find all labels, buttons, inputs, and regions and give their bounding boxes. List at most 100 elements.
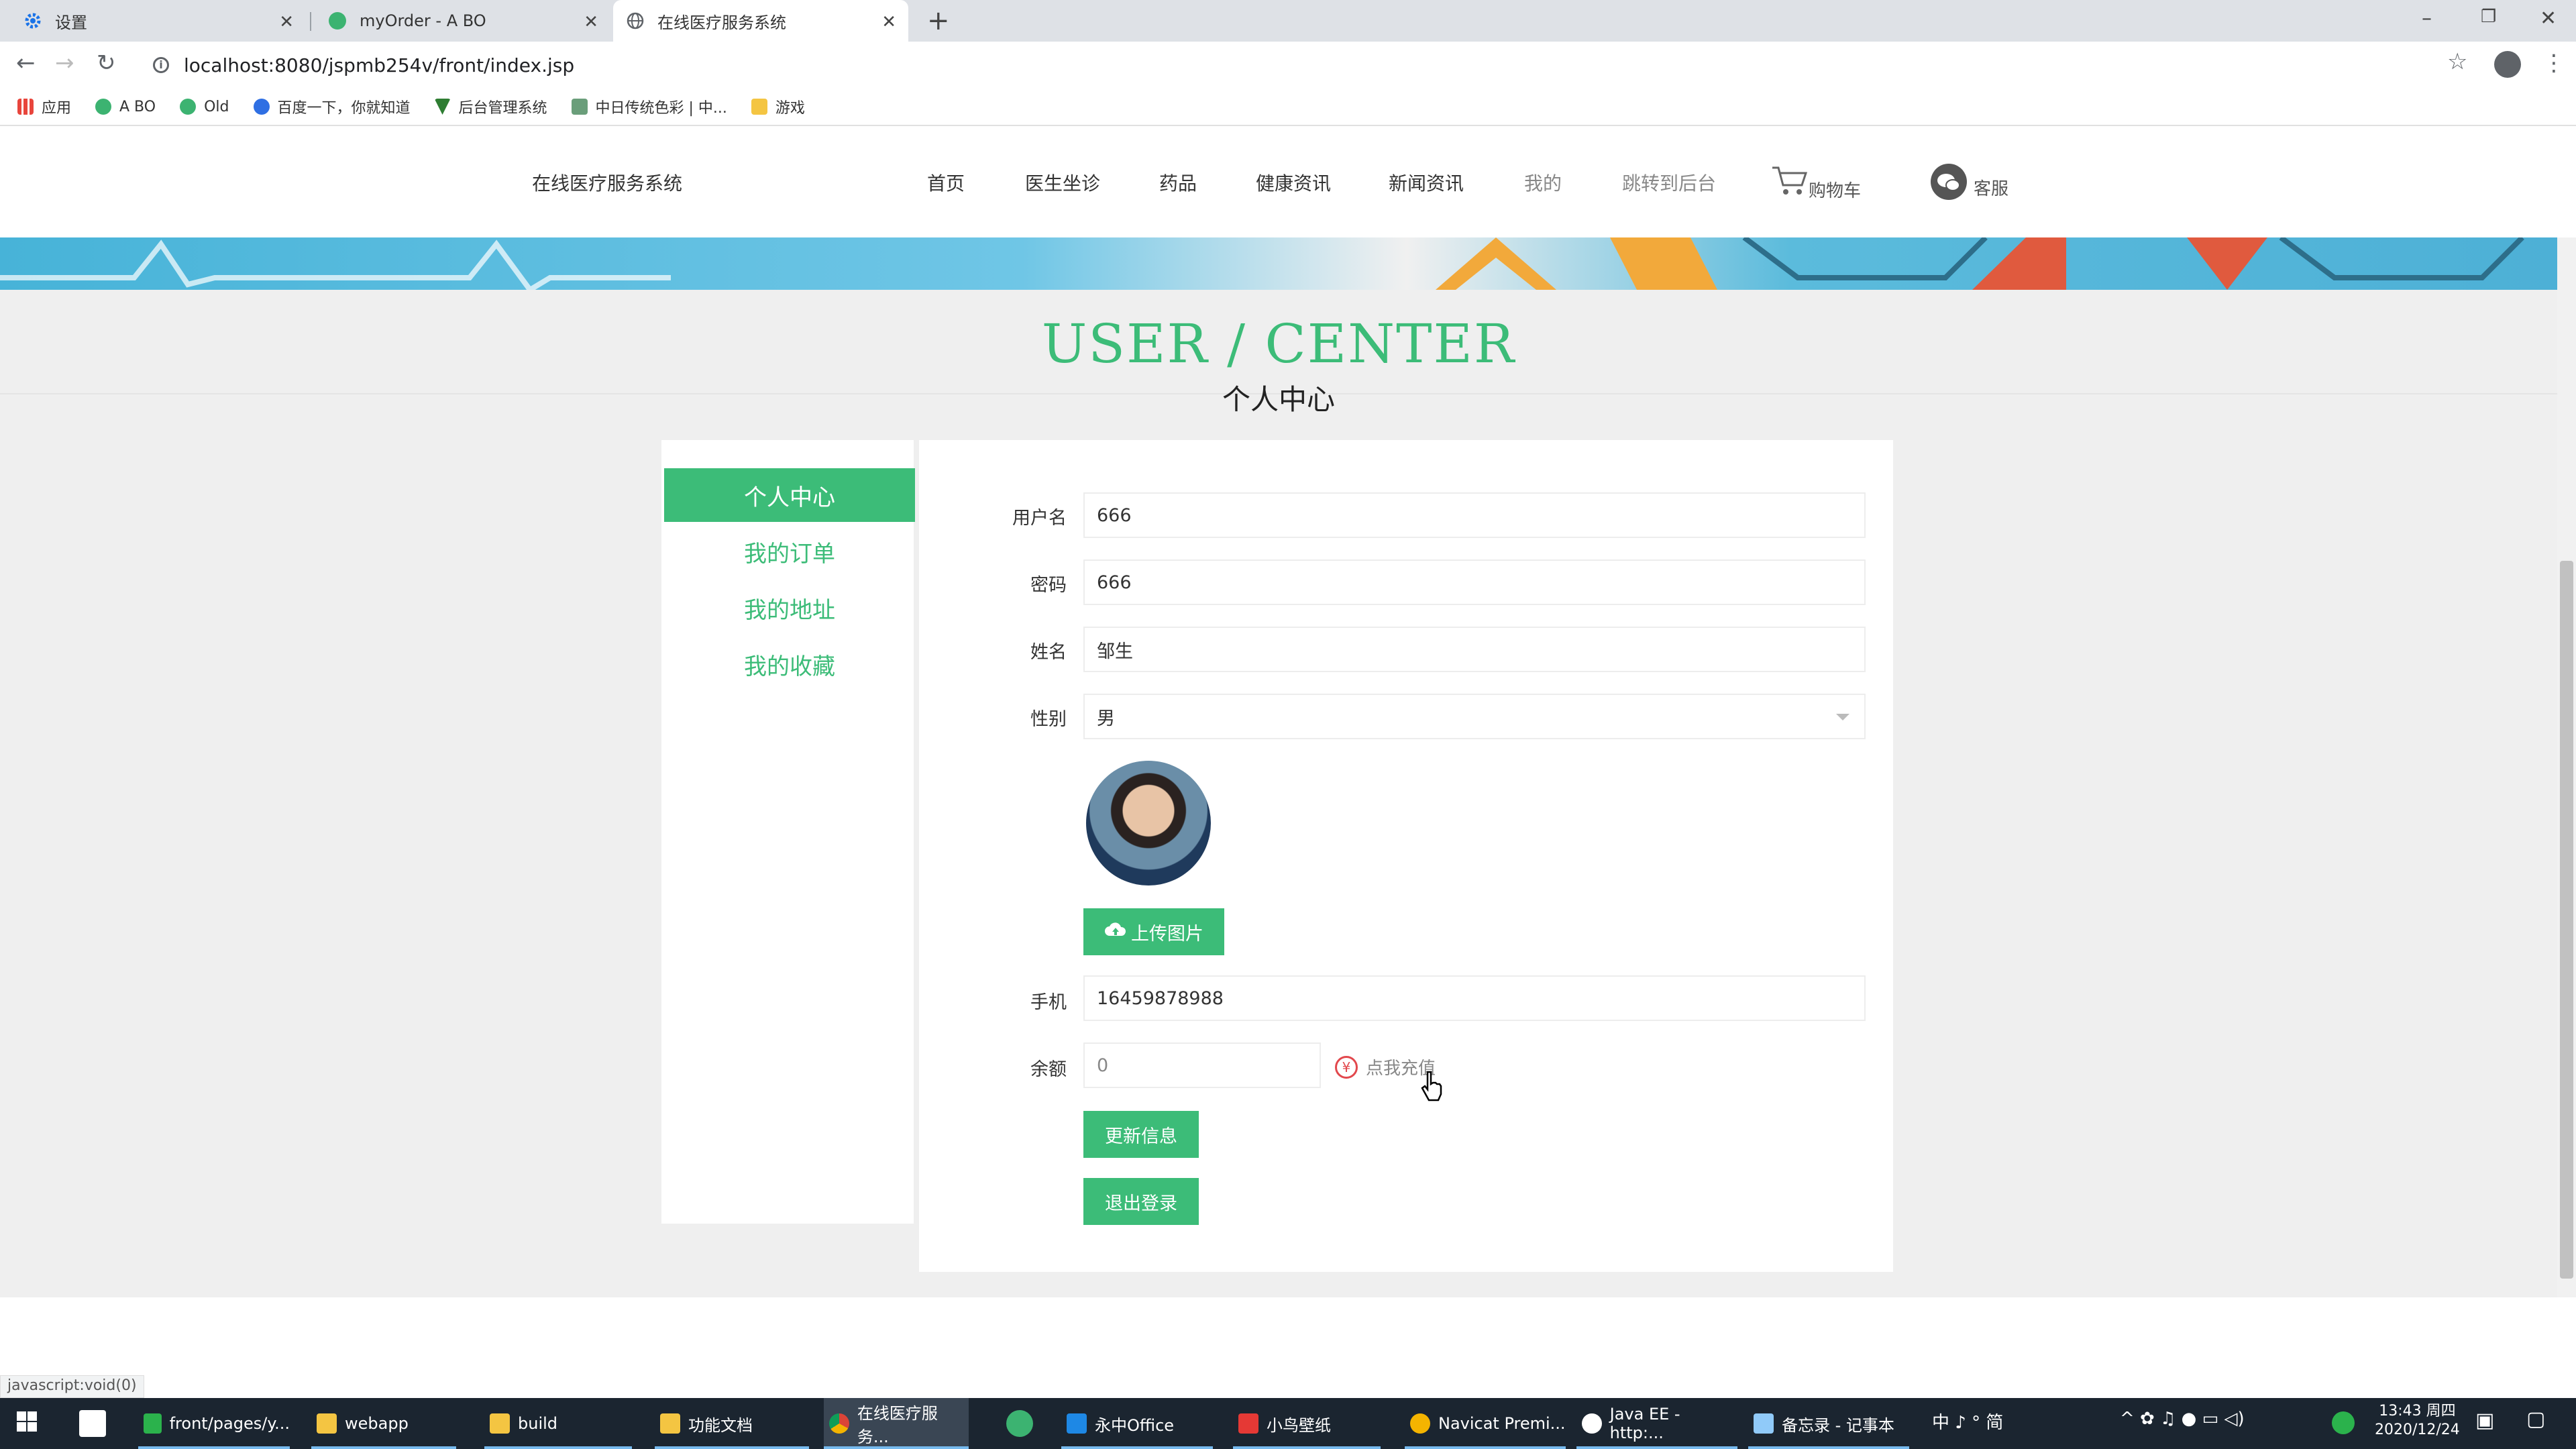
- taskbar-build[interactable]: build: [484, 1398, 632, 1449]
- taskbar-navicat[interactable]: Navicat Premi...: [1405, 1398, 1566, 1449]
- bookmark-colors[interactable]: 中日传统色彩 | 中...: [571, 96, 727, 117]
- cart-icon: [1771, 164, 1809, 202]
- folder-icon: [660, 1413, 680, 1434]
- gender-label: 性别: [1030, 709, 1067, 730]
- back-icon[interactable]: ←: [16, 50, 36, 76]
- nav-doctors[interactable]: 医生坐诊: [1025, 169, 1100, 196]
- cloud-upload-icon: [1104, 921, 1127, 943]
- reload-icon[interactable]: ↻: [97, 50, 116, 76]
- app-icon: [1006, 1410, 1033, 1437]
- color-puzzle-icon: [571, 99, 588, 115]
- site-favicon-icon: [329, 12, 346, 30]
- site-favicon-icon: [95, 99, 112, 115]
- cart-link[interactable]: 购物车: [1771, 164, 1861, 202]
- info-icon[interactable]: i: [153, 57, 169, 73]
- tab-label: 在线医疗服务系统: [657, 13, 786, 32]
- chevron-down-icon: [1836, 714, 1849, 720]
- eclipse-icon: [1582, 1413, 1602, 1434]
- page-footer: [0, 1297, 2576, 1398]
- sidebar-item-orders[interactable]: 我的订单: [664, 525, 915, 578]
- app-icon: [79, 1410, 106, 1437]
- taskbar-webapp[interactable]: webapp: [311, 1398, 456, 1449]
- taskbar-notepad[interactable]: 备忘录 - 记事本: [1748, 1398, 1909, 1449]
- profile-avatar-icon[interactable]: [2494, 51, 2521, 78]
- wechat-icon: [1931, 164, 1967, 200]
- taskbar-pinned-app[interactable]: [1006, 1398, 1041, 1449]
- task-view-icon[interactable]: ▣: [2475, 1409, 2494, 1432]
- nav-mine[interactable]: 我的: [1524, 169, 1562, 196]
- nav-home[interactable]: 首页: [927, 169, 965, 196]
- upload-label: 上传图片: [1131, 923, 1203, 945]
- notepad-icon: [1754, 1413, 1774, 1434]
- navicat-icon: [1410, 1413, 1430, 1434]
- nav-admin[interactable]: 跳转到后台: [1622, 169, 1716, 196]
- sidebar-item-addresses[interactable]: 我的地址: [664, 581, 915, 635]
- taskbar-yozo-office[interactable]: 永中Office: [1061, 1398, 1213, 1449]
- tab-settings[interactable]: 设置 ✕: [11, 0, 306, 42]
- customer-service-link[interactable]: 客服: [1931, 164, 2008, 200]
- hbuilder-icon: [144, 1413, 162, 1434]
- taskbar-pinned-app[interactable]: [79, 1398, 114, 1449]
- close-tab-icon[interactable]: ✕: [881, 12, 896, 32]
- upload-image-button[interactable]: 上传图片: [1083, 908, 1224, 955]
- minimize-icon[interactable]: –: [2422, 7, 2432, 30]
- start-button[interactable]: [16, 1398, 38, 1449]
- page-title-en: USER / CENTER: [1041, 313, 1516, 375]
- sidebar-item-favorites[interactable]: 我的收藏: [664, 637, 915, 691]
- close-tab-icon[interactable]: ✕: [279, 12, 294, 32]
- restore-icon[interactable]: ❐: [2481, 7, 2496, 27]
- balance-label: 余额: [1030, 1059, 1067, 1080]
- nav-news[interactable]: 新闻资讯: [1389, 169, 1464, 196]
- address-bar[interactable]: i localhost:8080/jspmb254v/front/index.j…: [141, 50, 2449, 80]
- bird-icon: [1238, 1413, 1258, 1434]
- tray-overflow-icon[interactable]: ^ ✿ ♫ ● ▭ ◁): [2120, 1409, 2245, 1429]
- new-tab-icon[interactable]: +: [927, 5, 950, 36]
- bookmark-old[interactable]: Old: [180, 99, 229, 115]
- taskbar-hbuilder[interactable]: front/pages/y...: [138, 1398, 290, 1449]
- logout-button[interactable]: 退出登录: [1083, 1178, 1199, 1225]
- bookmark-abo[interactable]: A BO: [95, 99, 156, 115]
- taskbar-eclipse[interactable]: Java EE - http:...: [1576, 1398, 1737, 1449]
- avatar: [1086, 761, 1211, 885]
- sidebar-item-profile[interactable]: 个人中心: [664, 468, 915, 522]
- password-field[interactable]: 666: [1083, 559, 1866, 605]
- taskbar-wallpaper[interactable]: 小鸟壁纸: [1233, 1398, 1381, 1449]
- site-brand[interactable]: 在线医疗服务系统: [532, 169, 682, 196]
- menu-kebab-icon[interactable]: ⋮: [2542, 50, 2565, 76]
- scrollbar-thumb[interactable]: [2560, 561, 2573, 1279]
- notification-icon[interactable]: ▢: [2526, 1407, 2545, 1431]
- taskbar-docs[interactable]: 功能文档: [655, 1398, 809, 1449]
- bookmark-apps[interactable]: 应用: [17, 96, 71, 117]
- chrome-icon: [829, 1413, 849, 1434]
- name-field[interactable]: 邹生: [1083, 627, 1866, 672]
- taskbar-clock[interactable]: 13:43 周四 2020/12/24: [2375, 1402, 2460, 1440]
- forward-icon[interactable]: →: [55, 50, 74, 76]
- close-tab-icon[interactable]: ✕: [584, 12, 598, 32]
- nav-health-news[interactable]: 健康资讯: [1256, 169, 1331, 196]
- name-label: 姓名: [1030, 642, 1067, 663]
- gender-select[interactable]: 男: [1083, 694, 1866, 739]
- folder-icon: [317, 1413, 337, 1434]
- clock-time: 13:43 周四: [2379, 1403, 2456, 1419]
- bookmark-baidu[interactable]: 百度一下，你就知道: [253, 96, 411, 117]
- phone-field[interactable]: 16459878988: [1083, 975, 1866, 1021]
- site-favicon-icon: [180, 99, 197, 115]
- bookmark-star-icon[interactable]: ☆: [2447, 48, 2467, 75]
- bookmark-games[interactable]: 游戏: [751, 96, 805, 117]
- cart-label: 购物车: [1809, 181, 1862, 201]
- close-window-icon[interactable]: ✕: [2540, 7, 2557, 30]
- tray-input-indicators[interactable]: 中 ♪ ° 简: [1932, 1409, 2003, 1434]
- folder-icon: [751, 99, 767, 115]
- tab-myorder[interactable]: myOrder - A BO ✕: [315, 0, 610, 42]
- bookmark-admin[interactable]: 后台管理系统: [434, 96, 547, 117]
- apps-grid-icon: [17, 99, 34, 115]
- taskbar-chrome[interactable]: 在线医疗服务...: [824, 1398, 969, 1449]
- tab-separator: [310, 12, 311, 31]
- update-info-button[interactable]: 更新信息: [1083, 1111, 1199, 1158]
- tab-medical-system[interactable]: 在线医疗服务系统 ✕: [613, 0, 908, 42]
- nav-medicine[interactable]: 药品: [1159, 169, 1197, 196]
- username-field[interactable]: 666: [1083, 492, 1866, 538]
- browser-status-bar: javascript:void(0): [0, 1375, 144, 1398]
- network-status-icon[interactable]: [2332, 1411, 2355, 1434]
- office-icon: [1067, 1413, 1087, 1434]
